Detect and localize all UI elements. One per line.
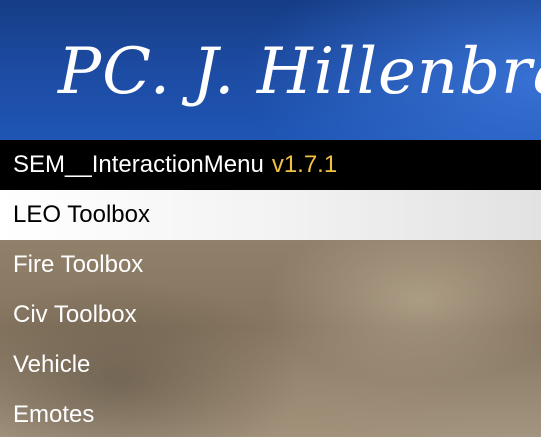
menu-item-label: Vehicle (13, 351, 91, 378)
menu-item-leo-toolbox[interactable]: LEO Toolbox (0, 190, 541, 240)
menu-item-label: LEO Toolbox (13, 201, 150, 228)
menu-item-label: Emotes (13, 401, 95, 428)
menu-item-vehicle[interactable]: Vehicle (0, 340, 541, 390)
menu-header: SEM__InteractionMenu v1.7.1 (0, 140, 541, 190)
menu-version: v1.7.1 (271, 151, 338, 178)
menu-item-civ-toolbox[interactable]: Civ Toolbox (0, 290, 541, 340)
menu-item-label: Civ Toolbox (13, 301, 137, 328)
menu-banner: PC. J. Hillenbran (0, 0, 541, 140)
menu-name: SEM__InteractionMenu (13, 151, 264, 178)
banner-title: PC. J. Hillenbran (58, 35, 541, 109)
game-background: PC. J. Hillenbran SEM__InteractionMenu v1… (0, 0, 541, 437)
menu-item-fire-toolbox[interactable]: Fire Toolbox (0, 240, 541, 290)
menu-item-label: Fire Toolbox (13, 251, 144, 278)
menu-item-emotes[interactable]: Emotes (0, 390, 541, 437)
